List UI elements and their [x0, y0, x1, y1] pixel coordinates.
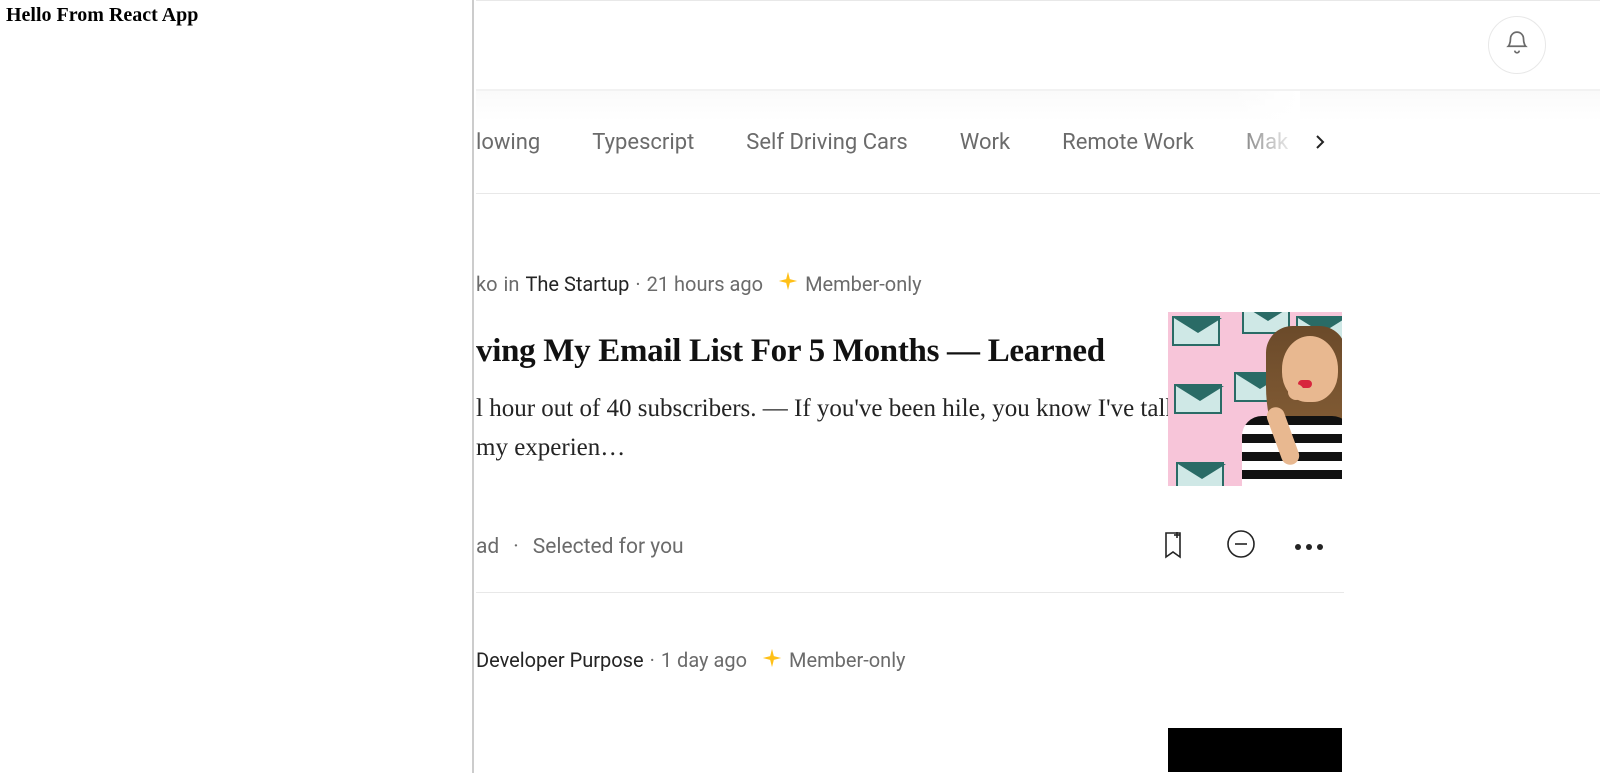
- tab-self-driving-cars[interactable]: Self Driving Cars: [746, 130, 908, 155]
- article-card: Developer Purpose · 1 day ago Member-onl…: [476, 593, 1344, 674]
- in-word: in: [504, 272, 520, 296]
- meta-dot: ·: [513, 535, 519, 559]
- published-time: 1 day ago: [661, 648, 747, 672]
- tab-work[interactable]: Work: [960, 130, 1010, 155]
- star-icon: [777, 270, 799, 297]
- article-thumbnail[interactable]: [1168, 312, 1342, 486]
- tab-typescript[interactable]: Typescript: [592, 130, 694, 155]
- selected-for-you-label: Selected for you: [533, 535, 684, 559]
- read-time-fragment: ad: [476, 535, 499, 559]
- tab-mak[interactable]: Mak: [1246, 130, 1288, 155]
- article-thumbnail[interactable]: [1168, 728, 1342, 772]
- member-only-label: Member-only: [789, 648, 906, 672]
- left-panel: Hello From React App: [0, 0, 474, 773]
- bell-icon: [1504, 30, 1530, 60]
- meta-dot: ·: [635, 272, 640, 296]
- star-icon: [761, 647, 783, 674]
- tabs-next-button[interactable]: [1308, 130, 1332, 154]
- bookmark-add-icon: [1158, 529, 1188, 565]
- minus-circle-icon: [1226, 529, 1256, 565]
- chevron-right-icon: [1308, 139, 1332, 158]
- content-area: lowing Typescript Self Driving Cars Work…: [476, 0, 1600, 773]
- member-only-label: Member-only: [805, 272, 922, 296]
- notifications-button[interactable]: [1488, 16, 1546, 74]
- publication-link[interactable]: Developer Purpose: [476, 648, 644, 672]
- tab-following[interactable]: lowing: [476, 130, 540, 155]
- tab-remote-work[interactable]: Remote Work: [1062, 130, 1194, 155]
- more-button[interactable]: [1294, 532, 1324, 562]
- react-app-title: Hello From React App: [0, 0, 472, 31]
- show-less-button[interactable]: [1226, 532, 1256, 562]
- author-name-fragment[interactable]: ko: [476, 272, 498, 296]
- meta-dot: ·: [650, 648, 655, 672]
- publication-link[interactable]: The Startup: [525, 272, 629, 296]
- more-icon: [1295, 544, 1323, 550]
- bookmark-button[interactable]: [1158, 532, 1188, 562]
- topic-tabs: lowing Typescript Self Driving Cars Work…: [476, 90, 1600, 194]
- topbar: [476, 0, 1600, 90]
- published-time: 21 hours ago: [647, 272, 763, 296]
